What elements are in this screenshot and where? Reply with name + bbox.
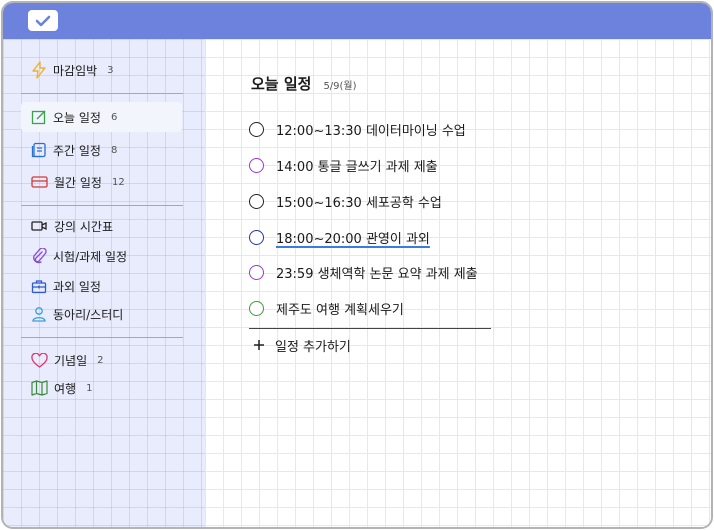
page-date: 5/9(월) <box>323 81 357 92</box>
sidebar-item-count: 2 <box>97 354 104 366</box>
sidebar-item-tutoring[interactable]: 과외 일정 <box>21 271 182 301</box>
sidebar-item-label: 동아리/스터디 <box>53 307 124 322</box>
sidebar: 마감임박 3 오늘 일정 6 주간 일정 8 월간 일정 12 강의 시간표 시… <box>3 39 205 527</box>
sidebar-item-count: 1 <box>86 382 93 394</box>
task-label: 제주도 여행 계획세우기 <box>276 302 404 318</box>
heart-icon <box>31 352 48 368</box>
task-checkbox[interactable] <box>249 300 264 316</box>
sidebar-item-count: 6 <box>110 111 118 123</box>
task-label: 18:00~20:00 관영이 과외 <box>276 231 430 247</box>
sidebar-item-label: 과외 일정 <box>53 279 101 294</box>
sidebar-item-monthly[interactable]: 월간 일정 12 <box>21 167 182 197</box>
task-item[interactable]: 18:00~20:00 관영이 과외 <box>249 225 430 249</box>
page-title: 오늘 일정 5/9(월) <box>251 73 357 94</box>
plus-icon <box>254 340 264 350</box>
title-bar <box>3 3 711 39</box>
task-label: 23:59 생체역학 논문 요약 과제 제출 <box>276 266 478 282</box>
sidebar-item-label: 시험/과제 일정 <box>53 249 128 264</box>
sidebar-divider <box>21 337 183 338</box>
edit-square-icon <box>31 110 46 125</box>
main-panel: 오늘 일정 5/9(월) 12:00~13:30 데이터마이닝 수업 14:00… <box>205 39 711 527</box>
sidebar-item-label: 오늘 일정 <box>53 110 101 125</box>
task-checkbox[interactable] <box>249 264 264 280</box>
sidebar-item-exam[interactable]: 시험/과제 일정 <box>21 241 182 271</box>
sidebar-item-deadline[interactable]: 마감임박 3 <box>21 55 182 85</box>
sidebar-item-count: 8 <box>110 144 118 156</box>
sidebar-item-label: 기념일 <box>54 353 88 368</box>
task-label: 14:00 통글 글쓰기 과제 제출 <box>276 159 438 175</box>
sidebar-item-anniversary[interactable]: 기념일 2 <box>21 345 182 375</box>
sidebar-item-label: 강의 시간표 <box>54 219 114 234</box>
video-icon <box>31 221 47 231</box>
app-window: 마감임박 3 오늘 일정 6 주간 일정 8 월간 일정 12 강의 시간표 시… <box>1 1 713 529</box>
briefcase-icon <box>31 279 47 293</box>
person-icon <box>32 307 46 322</box>
sidebar-item-label: 마감임박 <box>53 63 98 78</box>
task-checkbox[interactable] <box>249 229 264 245</box>
add-task-divider <box>249 328 491 329</box>
sidebar-divider <box>21 93 183 94</box>
task-item[interactable]: 23:59 생체역학 논문 요약 과제 제출 <box>249 260 478 284</box>
task-checkbox[interactable] <box>249 121 264 137</box>
card-icon <box>31 176 48 188</box>
sidebar-item-travel[interactable]: 여행 1 <box>21 373 182 403</box>
map-icon <box>31 380 48 396</box>
page-title-text: 오늘 일정 <box>251 75 312 93</box>
sidebar-item-label: 여행 <box>54 381 77 396</box>
task-item[interactable]: 15:00~16:30 세포공학 수업 <box>249 189 442 213</box>
task-label: 15:00~16:30 세포공학 수업 <box>276 195 442 211</box>
task-item[interactable]: 14:00 통글 글쓰기 과제 제출 <box>249 153 438 177</box>
sidebar-item-weekly[interactable]: 주간 일정 8 <box>21 135 182 165</box>
paperclip-icon <box>33 248 47 264</box>
sidebar-item-label: 주간 일정 <box>53 143 101 158</box>
task-item[interactable]: 12:00~13:30 데이터마이닝 수업 <box>249 117 466 141</box>
document-icon <box>31 142 46 158</box>
task-item[interactable]: 제주도 여행 계획세우기 <box>249 296 404 320</box>
add-task-label: 일정 추가하기 <box>275 339 351 355</box>
task-checkbox[interactable] <box>249 157 264 173</box>
add-task-button[interactable]: 일정 추가하기 <box>253 335 351 355</box>
task-label: 12:00~13:30 데이터마이닝 수업 <box>276 123 466 139</box>
sidebar-divider <box>21 205 183 206</box>
sidebar-item-club[interactable]: 동아리/스터디 <box>21 299 182 329</box>
checkmark-app-icon <box>28 10 58 31</box>
sidebar-item-lecture[interactable]: 강의 시간표 <box>21 211 182 241</box>
sidebar-item-label: 월간 일정 <box>54 175 102 190</box>
lightning-icon <box>32 61 46 79</box>
sidebar-item-count: 3 <box>107 64 114 76</box>
sidebar-item-today[interactable]: 오늘 일정 6 <box>21 102 182 132</box>
sidebar-item-count: 12 <box>111 176 125 188</box>
task-checkbox[interactable] <box>249 193 264 209</box>
